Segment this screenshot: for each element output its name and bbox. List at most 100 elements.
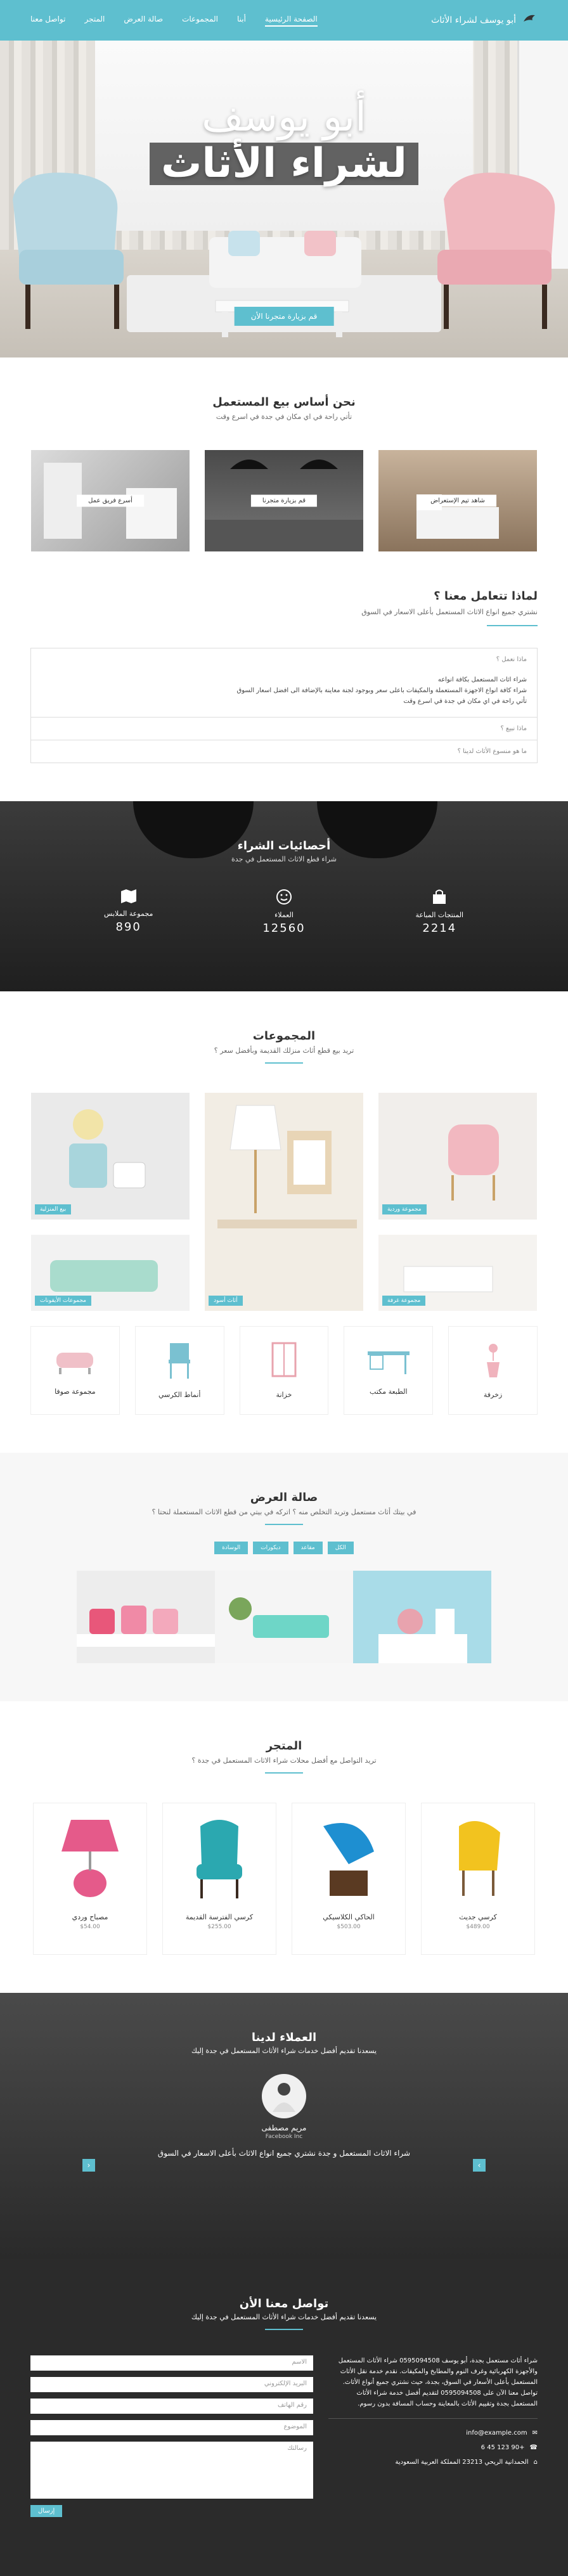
collection-card-sofa[interactable]: مجموعات الأيقونات: [31, 1235, 190, 1311]
product-card[interactable]: الحاكي الكلاسيكي $503.00: [292, 1803, 406, 1955]
yellow-chair-illustration: [459, 1821, 500, 1896]
testimonials-section: العملاء لدينا يسعدنا تقديم أفضل خدمات شر…: [0, 1993, 568, 2259]
category-label: أنماط الكرسي: [158, 1391, 201, 1399]
contact-address-row: ⌂ الحمدانية الريحي 23213 المملكة العربية…: [328, 2457, 538, 2468]
carousel-prev-arrow[interactable]: ‹: [82, 2159, 95, 2172]
shop-underline: [265, 1772, 303, 1774]
contact-info: شراء أثاث مستعمل بجدة، أبو يوسف 05950945…: [328, 2355, 538, 2517]
nav-item-about[interactable]: أبنا: [237, 15, 246, 27]
faq-question[interactable]: ماذا نعمل ؟: [31, 648, 537, 671]
product-card[interactable]: مصباح وردي $54.00: [33, 1803, 147, 1955]
about-tile-label: شاهد تيم الإستعراض: [419, 494, 496, 507]
name-field[interactable]: الاسم: [30, 2355, 313, 2371]
gallery-image-decor[interactable]: [353, 1571, 491, 1663]
about-tile-showcase[interactable]: شاهد تيم الإستعراض: [378, 450, 537, 551]
phone-field[interactable]: رقم الهاتف: [30, 2399, 313, 2414]
product-name: مصباح وردي: [72, 1913, 108, 1921]
about-tiles: أسرع فريق عمل قم بزيارة متجرنا شاهد تيم …: [30, 450, 538, 551]
stats-row: مجموعة الملابس 890 العملاء 12560 المنتجا…: [0, 889, 568, 935]
about-subtitle: تأتي راحة في اي مكان في جدة في اسرع وقت: [216, 413, 352, 421]
contact-email[interactable]: info@example.com: [466, 2428, 527, 2438]
hero-title-line2: لشراء الأثاث: [150, 142, 418, 186]
collections-underline: [265, 1062, 303, 1064]
stat-value: 890: [115, 920, 141, 934]
product-price: $54.00: [80, 1924, 100, 1930]
category-chair[interactable]: أنماط الكرسي: [134, 1326, 224, 1415]
bird-logo-icon: [522, 13, 538, 28]
faq-question[interactable]: ما هو منسوع الأثاث لدينا ؟: [31, 740, 537, 763]
collections-subtitle: تريد بيع قطع أثاث منزلك القديمة وبأفضل س…: [214, 1046, 354, 1055]
faq-item: ماذا نبيع ؟: [31, 718, 537, 740]
category-desk[interactable]: الطبعة مكتب: [344, 1326, 434, 1415]
filter-decor[interactable]: ديكورات: [253, 1542, 288, 1554]
contact-about: شراء أثاث مستعمل بجدة، أبو يوسف 05950945…: [338, 2357, 538, 2407]
testimonial-name: مريم مصطفى: [261, 2123, 307, 2132]
testimonial-company: Facebook Inc: [265, 2134, 303, 2140]
about-tile-store[interactable]: قم بزيارة متجرنا: [205, 450, 363, 551]
pillows-illustration: [77, 1606, 215, 1647]
nav-item-shop[interactable]: المتجر: [84, 15, 105, 27]
stats-section: أحصائيات الشراء شراء قطع الاثاث المستعمل…: [0, 801, 568, 991]
contact-phone-row: ☎ +90 123 45 6: [328, 2442, 538, 2453]
category-decor[interactable]: زخرفة: [448, 1326, 538, 1415]
collection-lamp-illustration: [217, 1105, 357, 1228]
contact-address: الحمدانية الريحي 23213 المملكة العربية ا…: [395, 2459, 529, 2466]
filter-all[interactable]: الكل: [327, 1542, 354, 1554]
visit-store-button[interactable]: قم بزيارة متجرنا الأن: [234, 307, 334, 326]
brand[interactable]: أبو يوسف لشراء الأثاث: [431, 13, 538, 28]
category-sofa[interactable]: مجموعة صوفا: [30, 1326, 120, 1415]
category-wardrobe[interactable]: خزانة: [239, 1326, 329, 1415]
collection-card-flowers[interactable]: بيع المنزلية: [31, 1093, 190, 1220]
contact-section: تواصل معنا الأن يسعدنا تقديم أفضل خدمات …: [0, 2259, 568, 2576]
faq-question[interactable]: ماذا نبيع ؟: [31, 718, 537, 740]
collection-card-room[interactable]: مجموعة غرفة: [378, 1235, 537, 1311]
nav-item-collections[interactable]: المجموعات: [182, 15, 218, 27]
main-menu: الصفحة الرئيسية أبنا المجموعات صالة العر…: [30, 15, 318, 27]
nav-item-gallery[interactable]: صالة العرض: [124, 15, 163, 27]
product-name: الحاكي الكلاسيكي: [323, 1913, 375, 1921]
collection-tag: بيع المنزلية: [35, 1204, 72, 1214]
contact-underline: [265, 2329, 303, 2330]
product-name: كرسي جديث: [459, 1913, 497, 1921]
collection-tag: مجموعة غرفة: [382, 1296, 426, 1306]
product-price: $489.00: [466, 1924, 490, 1930]
subject-field[interactable]: الموضوع: [30, 2420, 313, 2435]
stat-label: المنتجات المباعة: [415, 911, 464, 919]
product-card[interactable]: كرسي جديث $489.00: [421, 1803, 535, 1955]
filter-pillows[interactable]: الوسادة: [214, 1542, 248, 1554]
shop-title: المتجر: [266, 1739, 302, 1753]
email-field[interactable]: البريد الإلكتروني: [30, 2377, 313, 2392]
collection-pink-chair-illustration: [448, 1124, 499, 1201]
stat-item: مجموعة الملابس 890: [72, 889, 186, 935]
gallery-image-pillows[interactable]: [77, 1571, 215, 1663]
about-tile-team[interactable]: أسرع فريق عمل: [31, 450, 190, 551]
collections-section: المجموعات تريد بيع قطع أثاث منزلك القديم…: [0, 991, 568, 1453]
smile-icon: [276, 889, 292, 907]
shop-section: المتجر تريد التواصل مع أفضل محلات شراء ا…: [0, 1701, 568, 1993]
collection-card-lamp[interactable]: أثاث أسود: [205, 1093, 363, 1311]
gallery-image-seats[interactable]: [215, 1571, 353, 1663]
product-price: $255.00: [207, 1924, 231, 1930]
about-section: نحن أساس بيع المستعمل تأتي راحة في اي مك…: [0, 357, 568, 589]
send-button[interactable]: إرسال: [30, 2505, 63, 2517]
category-row: مجموعة صوفا أنماط الكرسي خزانة الطبعة مك…: [30, 1326, 538, 1415]
testimonials-title: العملاء لدينا: [251, 2031, 317, 2044]
product-price: $503.00: [337, 1924, 361, 1930]
collection-tag: مجموعات الأيقونات: [35, 1296, 91, 1306]
desk-icon: [366, 1345, 411, 1379]
message-field[interactable]: رسالتك: [30, 2442, 313, 2499]
shop-subtitle: تريد التواصل مع أفضل محلات شراء الاثاث ا…: [191, 1756, 377, 1765]
faq-accordion: ماذا نعمل ؟ شراء اثاث المستعمل بكافة انو…: [30, 648, 538, 763]
wardrobe-icon: [270, 1342, 298, 1382]
seats-illustration: [229, 1597, 329, 1638]
nav-item-home[interactable]: الصفحة الرئيسية: [264, 15, 318, 27]
nav-item-contact[interactable]: تواصل معنا: [30, 15, 65, 27]
filter-seats[interactable]: مقاعد: [293, 1542, 323, 1554]
product-list: مصباح وردي $54.00 كرسي الفترسة القديمة $…: [30, 1803, 538, 1955]
collection-card-pink-chair[interactable]: مجموعة وردية: [378, 1093, 537, 1220]
collection-tag: مجموعة وردية: [382, 1204, 427, 1214]
carousel-next-arrow[interactable]: ›: [473, 2159, 486, 2172]
teal-chair-illustration: [197, 1820, 242, 1898]
product-card[interactable]: كرسي الفترسة القديمة $255.00: [162, 1803, 276, 1955]
faq-item: ماذا نعمل ؟ شراء اثاث المستعمل بكافة انو…: [31, 648, 537, 718]
